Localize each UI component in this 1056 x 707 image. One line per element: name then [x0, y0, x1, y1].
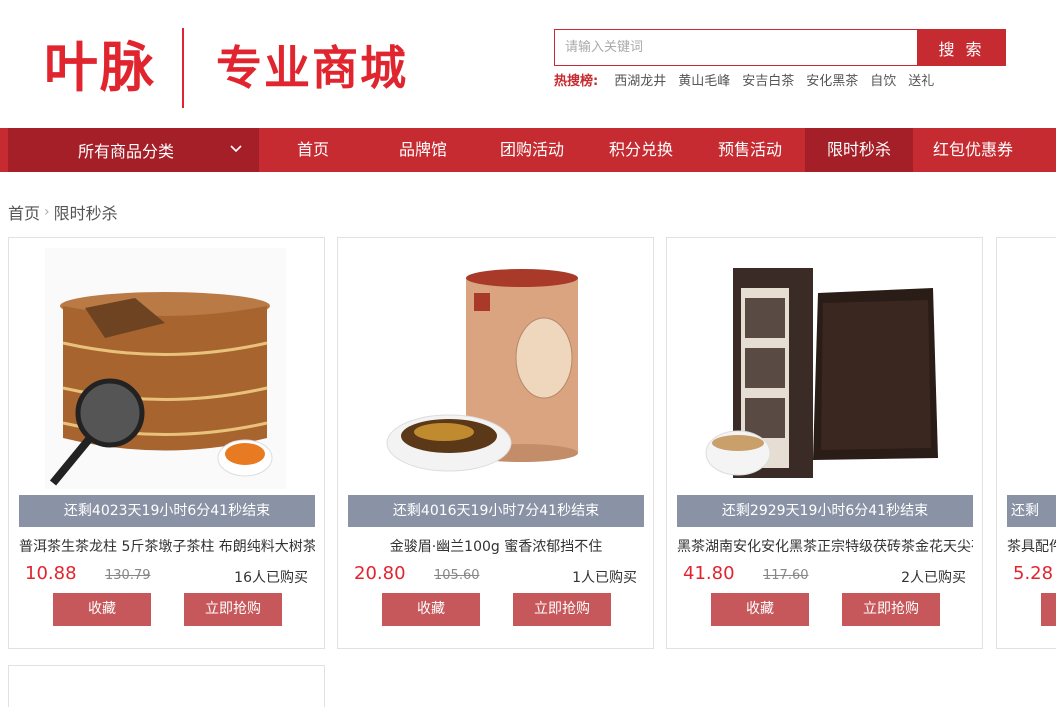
hot-search-term[interactable]: 安化黑茶 [806, 73, 858, 91]
sale-price: 41.80 [683, 563, 735, 584]
product-name[interactable]: 普洱茶生茶龙柱 5斤茶墩子茶柱 布朗纯料大树茶柱 [19, 536, 315, 556]
nav-item-brands[interactable]: 品牌馆 [370, 128, 476, 172]
all-categories-dropdown[interactable]: 所有商品分类 [8, 128, 259, 172]
sold-count: 16人已购买 [234, 570, 308, 586]
favorite-button[interactable] [1041, 593, 1056, 626]
hot-search-term[interactable]: 安吉白茶 [742, 73, 794, 91]
original-price: 130.79 [105, 568, 151, 583]
product-image-tea-cake[interactable] [45, 248, 286, 489]
countdown-timer: 还剩4023天19小时6分41秒结束 [19, 495, 315, 527]
countdown-timer: 还剩4016天19小时7分41秒结束 [348, 495, 644, 527]
original-price: 105.60 [434, 568, 480, 583]
buy-now-button[interactable]: 立即抢购 [842, 593, 940, 626]
chevron-right-icon: › [44, 204, 50, 220]
site-logo[interactable]: 叶脉 专业商城 [44, 28, 408, 108]
product-name[interactable]: 金骏眉·幽兰100g 蜜香浓郁挡不住 [348, 536, 644, 556]
nav-item-presale[interactable]: 预售活动 [702, 128, 798, 172]
site-header: 叶脉 专业商城 搜 索 热搜榜: 西湖龙井 黄山毛峰 安吉白茶 安化黑茶 自饮 … [0, 0, 1056, 128]
chevron-down-icon [230, 145, 242, 153]
search-button[interactable]: 搜 索 [917, 29, 1006, 66]
hot-search-term[interactable]: 黄山毛峰 [678, 73, 730, 91]
search-input[interactable] [554, 29, 917, 66]
product-card[interactable]: 还剩2929天19小时6分41秒结束 黑茶湖南安化安化黑茶正宗特级茯砖茶金花天尖… [666, 237, 983, 649]
nav-item-points[interactable]: 积分兑换 [593, 128, 689, 172]
sold-count: 1人已购买 [572, 570, 637, 586]
product-card[interactable]: 还剩4016天19小时7分41秒结束 金骏眉·幽兰100g 蜜香浓郁挡不住 20… [337, 237, 654, 649]
hot-search-list: 热搜榜: 西湖龙井 黄山毛峰 安吉白茶 安化黑茶 自饮 送礼 [554, 73, 946, 91]
nav-item-group-buy[interactable]: 团购活动 [484, 128, 580, 172]
logo-brand: 叶脉 [44, 36, 156, 99]
hot-search-term[interactable]: 西湖龙井 [614, 73, 666, 91]
sale-price: 10.88 [25, 563, 77, 584]
countdown-timer: 还剩2929天19小时6分41秒结束 [677, 495, 973, 527]
logo-slogan: 专业商城 [216, 41, 408, 95]
buy-now-button[interactable]: 立即抢购 [513, 593, 611, 626]
nav-item-home[interactable]: 首页 [268, 128, 358, 172]
countdown-timer: 还剩 [1007, 495, 1056, 527]
breadcrumb-home[interactable]: 首页 [8, 200, 40, 224]
search-bar: 搜 索 [554, 29, 1006, 66]
product-image-tea-can[interactable] [374, 248, 615, 489]
sold-count: 2人已购买 [901, 570, 966, 586]
favorite-button[interactable]: 收藏 [53, 593, 151, 626]
original-price: 117.60 [763, 568, 809, 583]
hot-search-term[interactable]: 送礼 [908, 73, 934, 91]
product-image-tea-brick[interactable] [703, 248, 944, 489]
product-card[interactable]: 还剩4023天19小时6分41秒结束 普洱茶生茶龙柱 5斤茶墩子茶柱 布朗纯料大… [8, 237, 325, 649]
main-nav: 所有商品分类 首页 品牌馆 团购活动 积分兑换 预售活动 限时秒杀 红包优惠券 [0, 128, 1056, 172]
nav-item-coupons[interactable]: 红包优惠券 [918, 128, 1028, 172]
product-name[interactable]: 黑茶湖南安化安化黑茶正宗特级茯砖茶金花天尖茯 [677, 536, 973, 556]
product-name[interactable]: 茶具配件 [1007, 536, 1056, 556]
favorite-button[interactable]: 收藏 [711, 593, 809, 626]
logo-divider [182, 28, 184, 108]
all-categories-label: 所有商品分类 [78, 142, 175, 161]
product-card[interactable]: 还剩 茶具配件 5.28 [996, 237, 1056, 649]
sale-price: 20.80 [354, 563, 406, 584]
buy-now-button[interactable]: 立即抢购 [184, 593, 282, 626]
nav-item-flash-sale[interactable]: 限时秒杀 [805, 128, 913, 172]
breadcrumb-current: 限时秒杀 [53, 204, 118, 223]
hot-search-term[interactable]: 自饮 [870, 73, 896, 91]
sale-price: 5.28 [1013, 563, 1054, 584]
product-card[interactable] [8, 665, 325, 707]
hot-search-label: 热搜榜: [554, 74, 599, 89]
favorite-button[interactable]: 收藏 [382, 593, 480, 626]
breadcrumb: 首页 › 限时秒杀 [8, 200, 118, 224]
